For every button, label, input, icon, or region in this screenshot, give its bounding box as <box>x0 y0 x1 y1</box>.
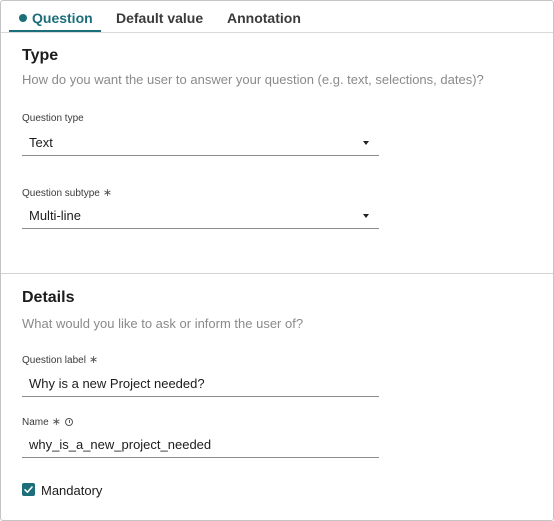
question-type-label: Question type <box>22 113 84 124</box>
required-asterisk-icon: ∗ <box>102 187 113 199</box>
active-tab-indicator <box>9 30 101 32</box>
tab-bar: Question Default value Annotation <box>1 1 553 33</box>
type-section-title: Type <box>22 47 59 64</box>
question-subtype-label: Question subtype ∗ <box>22 186 112 199</box>
question-label-label: Question label ∗ <box>22 353 98 366</box>
tab-annotation[interactable]: Annotation <box>227 1 301 33</box>
details-section-title: Details <box>22 289 75 306</box>
tab-question-label: Question <box>32 10 93 26</box>
form-panel: Question Default value Annotation Type H… <box>0 0 554 521</box>
mandatory-label[interactable]: Mandatory <box>41 483 102 498</box>
caret-down-icon <box>363 214 369 218</box>
active-dot-icon <box>19 14 27 22</box>
question-type-select[interactable]: Text <box>22 130 379 156</box>
name-label-text: Name <box>22 417 49 428</box>
question-type-value: Text <box>29 135 53 150</box>
type-section-subtitle: How do you want the user to answer your … <box>22 72 484 87</box>
question-label-input[interactable]: Why is a new Project needed? <box>22 371 379 397</box>
question-subtype-select[interactable]: Multi-line <box>22 203 379 229</box>
question-label-label-text: Question label <box>22 355 86 366</box>
name-input[interactable]: why_is_a_new_project_needed <box>22 432 379 458</box>
tab-default-value-label: Default value <box>116 10 204 26</box>
required-asterisk-icon: ∗ <box>88 354 99 366</box>
question-label-value: Why is a new Project needed? <box>29 376 205 391</box>
name-value: why_is_a_new_project_needed <box>29 437 212 452</box>
question-subtype-label-text: Question subtype <box>22 188 100 199</box>
info-icon[interactable] <box>64 418 73 426</box>
caret-down-icon <box>363 141 369 145</box>
tab-annotation-label: Annotation <box>227 10 301 26</box>
section-divider <box>1 273 553 274</box>
checkmark-icon <box>24 486 33 493</box>
details-section-subtitle: What would you like to ask or inform the… <box>22 316 304 331</box>
tab-question[interactable]: Question <box>19 1 93 33</box>
name-label: Name ∗ <box>22 415 73 428</box>
question-subtype-value: Multi-line <box>29 208 82 223</box>
tab-default-value[interactable]: Default value <box>116 1 203 33</box>
mandatory-checkbox[interactable] <box>22 483 35 496</box>
required-asterisk-icon: ∗ <box>51 416 61 428</box>
